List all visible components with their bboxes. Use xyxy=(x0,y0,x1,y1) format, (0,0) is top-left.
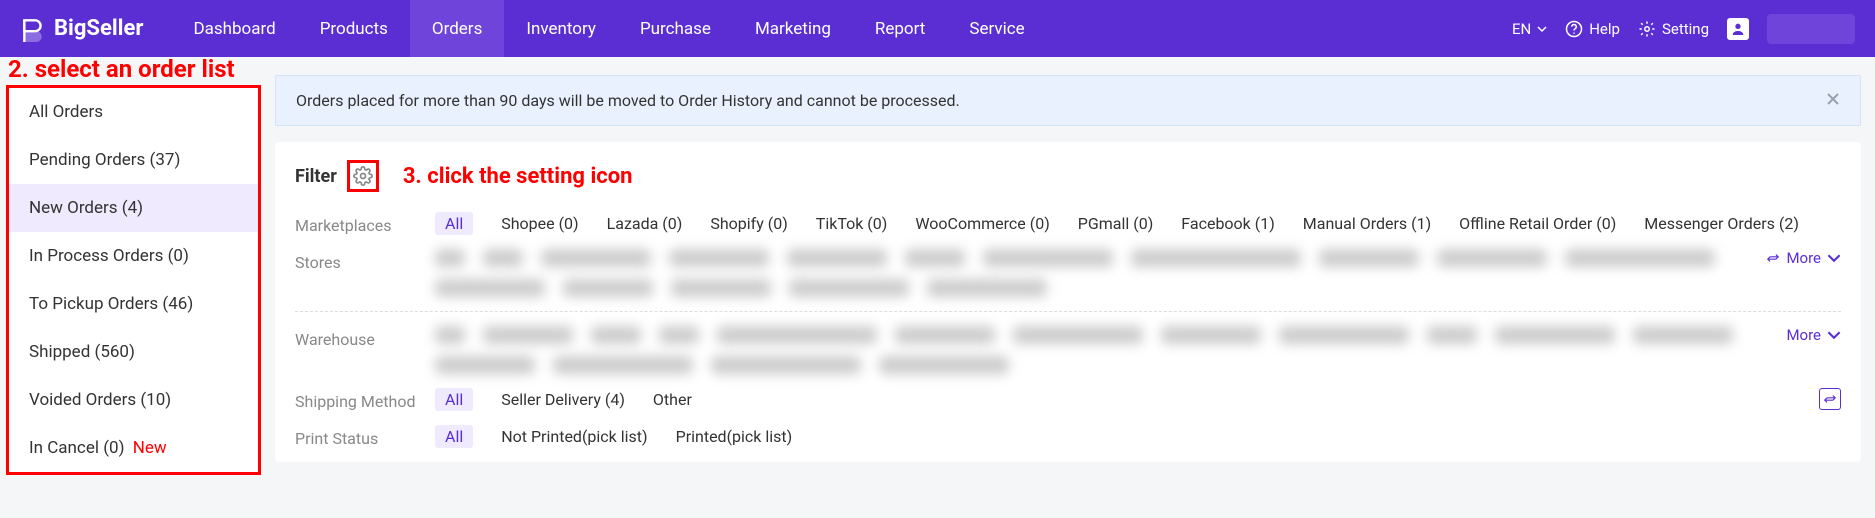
annotation-step2: 2. select an order list xyxy=(8,55,235,83)
warehouse-label: Warehouse xyxy=(295,326,435,349)
logo-icon xyxy=(20,16,46,42)
row-warehouse: Warehouse More xyxy=(295,326,1841,374)
setting-link[interactable]: Setting xyxy=(1638,20,1709,38)
chip-seller-delivery[interactable]: Seller Delivery (4) xyxy=(501,390,625,409)
nav-marketing[interactable]: Marketing xyxy=(733,0,853,57)
close-icon xyxy=(1826,92,1840,106)
content-area: Orders placed for more than 90 days will… xyxy=(261,57,1875,475)
printstatus-label: Print Status xyxy=(295,425,435,448)
help-icon xyxy=(1565,20,1583,38)
top-nav: BigSeller Dashboard Products Orders Inve… xyxy=(0,0,1875,57)
sidebar-item-new[interactable]: New Orders (4) xyxy=(9,184,258,232)
chip-facebook[interactable]: Facebook (1) xyxy=(1181,214,1275,233)
chip-notprinted[interactable]: Not Printed(pick list) xyxy=(501,427,647,446)
chip-woocommerce[interactable]: WooCommerce (0) xyxy=(915,214,1049,233)
gear-icon xyxy=(1638,20,1656,38)
setting-label: Setting xyxy=(1662,20,1709,38)
banner-text: Orders placed for more than 90 days will… xyxy=(296,91,960,110)
warehouse-more-button[interactable]: More xyxy=(1786,326,1841,344)
marketplaces-chips: All Shopee (0) Lazada (0) Shopify (0) Ti… xyxy=(435,212,1841,235)
language-label: EN xyxy=(1512,20,1531,38)
chip-shopify[interactable]: Shopify (0) xyxy=(710,214,787,233)
help-label: Help xyxy=(1589,20,1620,38)
new-tag: New xyxy=(133,438,167,458)
gear-icon xyxy=(353,166,373,186)
main-area: 2. select an order list All Orders Pendi… xyxy=(0,57,1875,475)
user-name-block[interactable] xyxy=(1767,14,1855,44)
swap-icon xyxy=(1823,392,1837,406)
row-printstatus: Print Status All Not Printed(pick list) … xyxy=(295,425,1841,448)
stores-label: Stores xyxy=(295,249,435,272)
row-marketplaces: Marketplaces All Shopee (0) Lazada (0) S… xyxy=(295,212,1841,235)
shipping-chips: All Seller Delivery (4) Other xyxy=(435,388,1807,411)
nav-dashboard[interactable]: Dashboard xyxy=(171,0,297,57)
chip-all[interactable]: All xyxy=(435,425,473,448)
chip-other[interactable]: Other xyxy=(653,390,692,409)
help-link[interactable]: Help xyxy=(1565,20,1620,38)
printstatus-chips: All Not Printed(pick list) Printed(pick … xyxy=(435,425,1841,448)
chip-all[interactable]: All xyxy=(435,388,473,411)
chevron-down-icon xyxy=(1827,328,1841,342)
order-sidebar: All Orders Pending Orders (37) New Order… xyxy=(6,85,261,475)
more-label: More xyxy=(1786,326,1821,344)
stores-more-button[interactable]: More xyxy=(1766,249,1841,267)
chip-all[interactable]: All xyxy=(435,212,473,235)
filter-header: Filter 3. click the setting icon xyxy=(295,158,1841,194)
language-selector[interactable]: EN xyxy=(1512,20,1547,38)
nav-report[interactable]: Report xyxy=(853,0,947,57)
nav-items: Dashboard Products Orders Inventory Purc… xyxy=(171,0,1046,57)
sidebar-item-inprocess[interactable]: In Process Orders (0) xyxy=(9,232,258,280)
banner-close-button[interactable] xyxy=(1826,90,1840,111)
annotation-step3: 3. click the setting icon xyxy=(403,164,633,189)
shipping-label: Shipping Method xyxy=(295,388,435,411)
chevron-down-icon xyxy=(1537,24,1547,34)
shipping-expand-button[interactable] xyxy=(1819,388,1841,410)
filter-title: Filter xyxy=(295,166,337,187)
sidebar-item-voided[interactable]: Voided Orders (10) xyxy=(9,376,258,424)
sidebar-item-pickup[interactable]: To Pickup Orders (46) xyxy=(9,280,258,328)
warehouse-blurred xyxy=(435,326,1774,374)
logo[interactable]: BigSeller xyxy=(0,16,171,42)
chip-tiktok[interactable]: TikTok (0) xyxy=(816,214,888,233)
logo-text: BigSeller xyxy=(54,16,143,41)
divider xyxy=(295,311,1841,312)
chip-offline[interactable]: Offline Retail Order (0) xyxy=(1459,214,1616,233)
filter-panel: Filter 3. click the setting icon Marketp… xyxy=(275,142,1861,462)
row-shipping: Shipping Method All Seller Delivery (4) … xyxy=(295,388,1841,411)
info-banner: Orders placed for more than 90 days will… xyxy=(275,75,1861,126)
chip-lazada[interactable]: Lazada (0) xyxy=(607,214,683,233)
row-stores: Stores More xyxy=(295,249,1841,297)
more-label: More xyxy=(1786,249,1821,267)
marketplaces-label: Marketplaces xyxy=(295,212,435,235)
nav-purchase[interactable]: Purchase xyxy=(618,0,733,57)
nav-service[interactable]: Service xyxy=(947,0,1046,57)
nav-inventory[interactable]: Inventory xyxy=(504,0,618,57)
nav-right: EN Help Setting xyxy=(1512,14,1875,44)
chip-pgmall[interactable]: PGmall (0) xyxy=(1078,214,1154,233)
chip-shopee[interactable]: Shopee (0) xyxy=(501,214,578,233)
chevron-down-icon xyxy=(1827,251,1841,265)
sidebar-wrap: 2. select an order list All Orders Pendi… xyxy=(0,57,261,475)
chip-printed[interactable]: Printed(pick list) xyxy=(676,427,793,446)
nav-orders[interactable]: Orders xyxy=(410,0,504,57)
avatar[interactable] xyxy=(1727,18,1749,40)
sidebar-item-shipped[interactable]: Shipped (560) xyxy=(9,328,258,376)
nav-products[interactable]: Products xyxy=(298,0,410,57)
chip-messenger[interactable]: Messenger Orders (2) xyxy=(1644,214,1799,233)
filter-settings-button[interactable] xyxy=(347,160,379,192)
stores-blurred xyxy=(435,249,1754,297)
sidebar-item-label: In Cancel (0) xyxy=(29,438,124,458)
sidebar-item-pending[interactable]: Pending Orders (37) xyxy=(9,136,258,184)
user-icon xyxy=(1730,21,1746,37)
sidebar-item-all-orders[interactable]: All Orders xyxy=(9,88,258,136)
chip-manual[interactable]: Manual Orders (1) xyxy=(1303,214,1431,233)
sidebar-item-incancel[interactable]: In Cancel (0) New xyxy=(9,424,258,472)
swap-icon xyxy=(1766,251,1780,265)
